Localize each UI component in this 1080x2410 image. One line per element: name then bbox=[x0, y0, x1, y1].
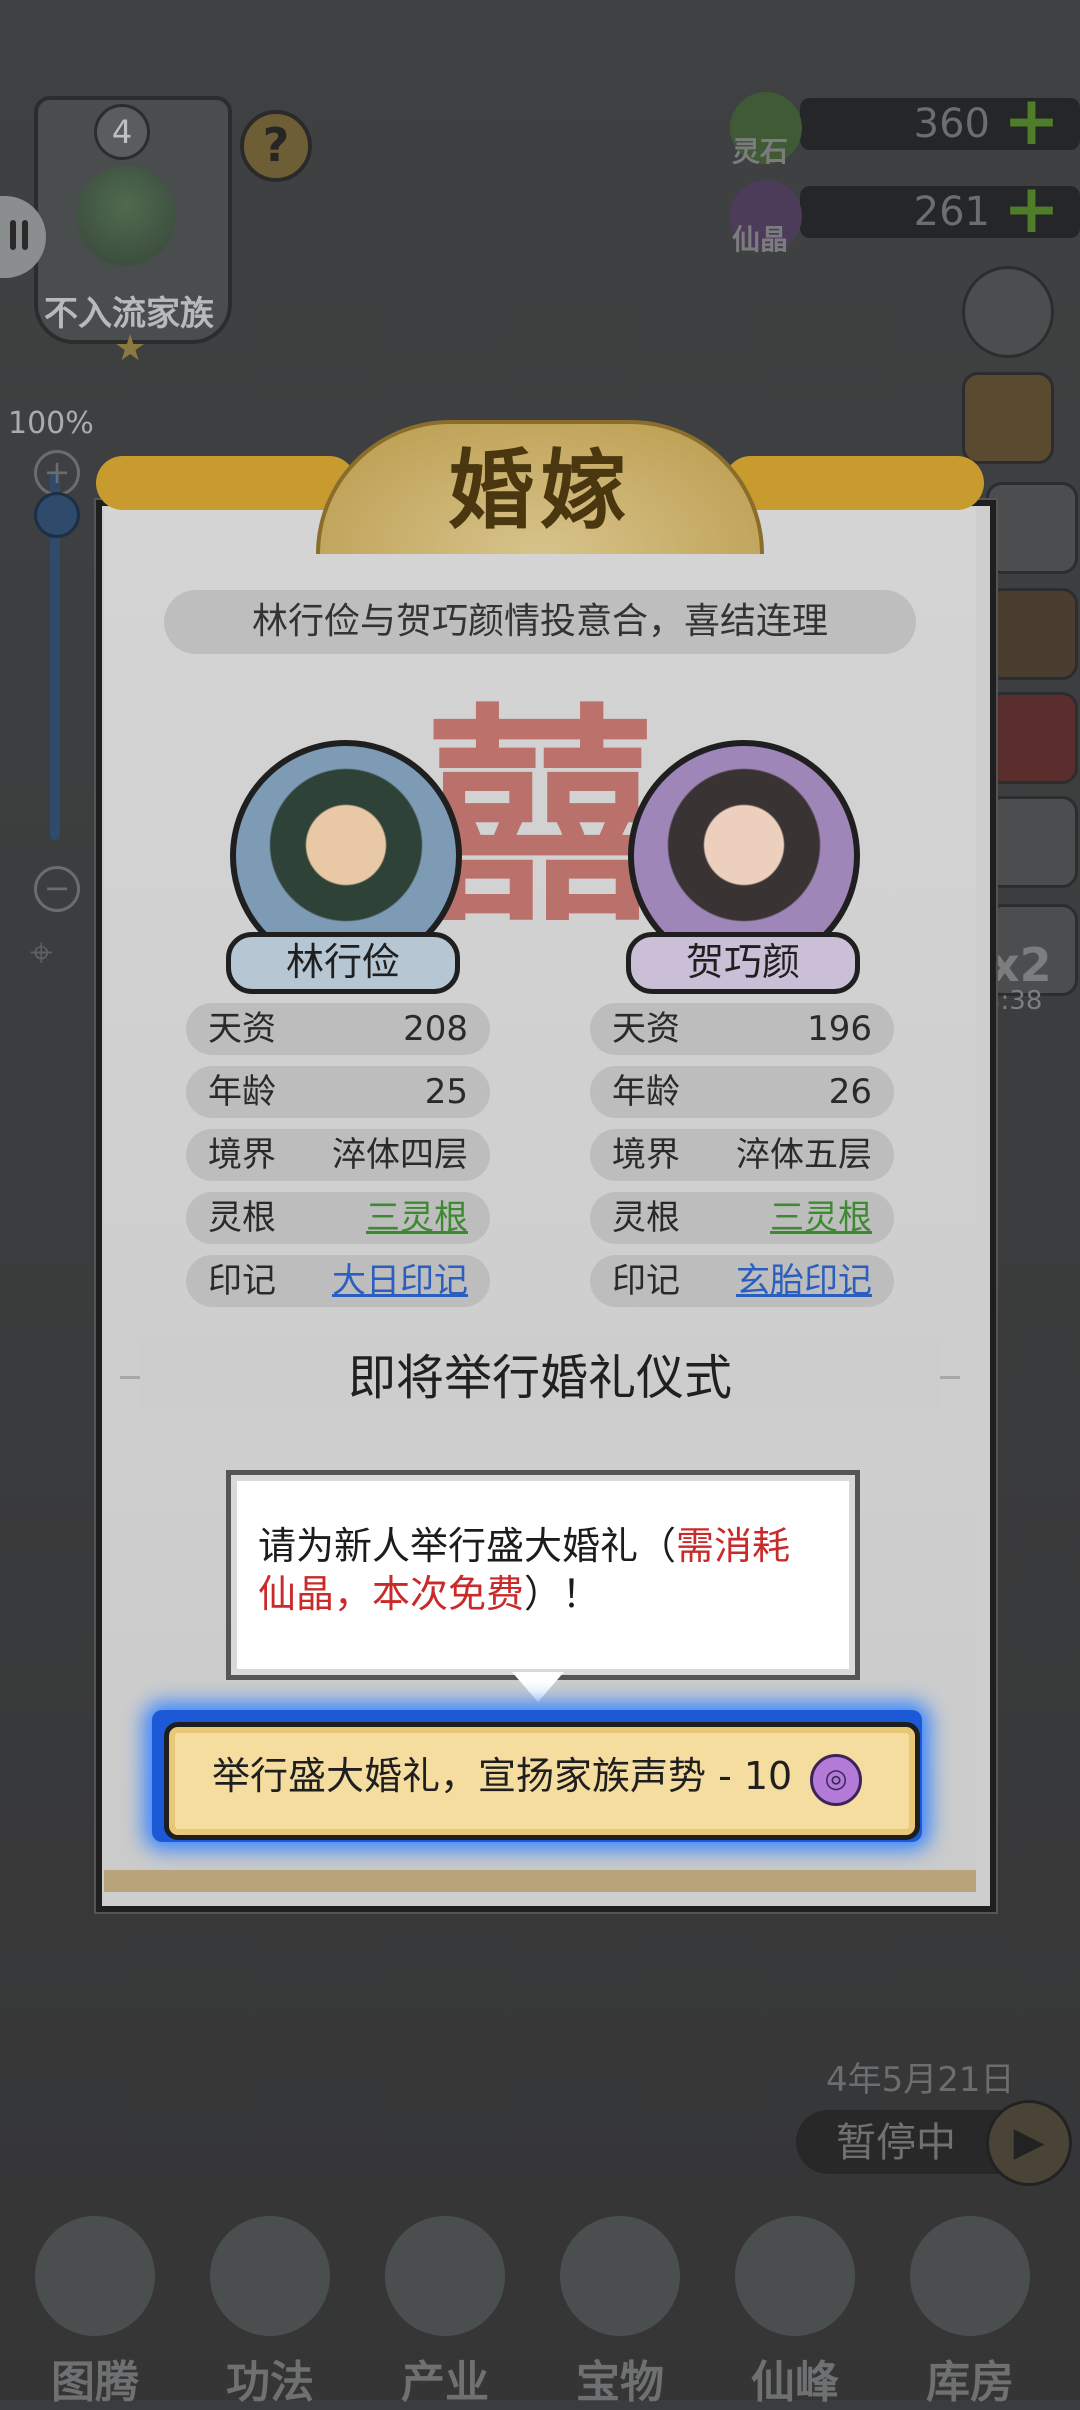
groom-stat-age: 年龄 25 bbox=[186, 1066, 490, 1118]
stat-key: 灵根 bbox=[612, 1198, 680, 1238]
nav-label: 宝物 bbox=[576, 2357, 664, 2408]
resource-label: 仙晶 bbox=[732, 223, 789, 256]
mark-link[interactable]: 大日印记 bbox=[332, 1255, 468, 1307]
bottom-navigation: 图腾 功法 产业 宝物 仙峰 库房 bbox=[0, 2196, 1080, 2408]
building-icon bbox=[385, 2216, 505, 2336]
nav-label: 图腾 bbox=[51, 2357, 139, 2408]
add-immortal-crystal-button[interactable]: + bbox=[1003, 176, 1060, 244]
totem-icon bbox=[35, 2216, 155, 2336]
nav-skills[interactable]: 功法 bbox=[185, 2196, 355, 2408]
hint-bubble-tail bbox=[512, 1672, 564, 1702]
stat-value: 淬体五层 bbox=[736, 1135, 872, 1175]
groom-name: 林行俭 bbox=[226, 932, 460, 994]
bride-stat-talent: 天资 196 bbox=[590, 1003, 894, 1055]
help-icon[interactable]: ? bbox=[240, 110, 312, 182]
resource-label: 灵石 bbox=[732, 135, 789, 168]
book-icon[interactable] bbox=[986, 692, 1078, 784]
groom-stat-mark: 印记 大日印记 bbox=[186, 1255, 490, 1307]
star-icon: ★ bbox=[114, 328, 147, 369]
nav-industry[interactable]: 产业 bbox=[360, 2196, 530, 2408]
scroll-icon[interactable] bbox=[986, 482, 1078, 574]
groom-stat-root: 灵根 三灵根 bbox=[186, 1192, 490, 1244]
mountain-icon bbox=[735, 2216, 855, 2336]
game-date: 4年5月21日 bbox=[826, 2060, 1015, 2100]
play-icon[interactable]: ▶ bbox=[986, 2100, 1072, 2186]
stat-key: 印记 bbox=[208, 1261, 276, 1301]
nav-peak[interactable]: 仙峰 bbox=[710, 2196, 880, 2408]
stat-key: 灵根 bbox=[208, 1198, 276, 1238]
groom-stat-realm: 境界 淬体四层 bbox=[186, 1129, 490, 1181]
spirit-root-link[interactable]: 三灵根 bbox=[770, 1192, 872, 1244]
stat-value: 25 bbox=[424, 1072, 468, 1112]
mark-link[interactable]: 玄胎印记 bbox=[736, 1255, 872, 1307]
pause-bar-icon bbox=[22, 220, 28, 250]
modal-subtitle: 林行俭与贺巧颜情投意合，喜结连理 bbox=[164, 590, 916, 654]
speed-multiplier: x2 bbox=[990, 938, 1052, 992]
resource-value: 360 bbox=[913, 101, 990, 147]
family-emblem[interactable]: 4 不入流家族 ★ bbox=[14, 96, 234, 369]
hint-suffix: ）！ bbox=[524, 1572, 601, 1616]
add-spirit-stone-button[interactable]: + bbox=[1003, 88, 1060, 156]
stat-key: 年龄 bbox=[208, 1072, 276, 1112]
locked-feature-icon[interactable] bbox=[986, 796, 1078, 888]
nav-storage[interactable]: 库房 bbox=[885, 2196, 1055, 2408]
flame-icon bbox=[210, 2216, 330, 2336]
modal-title: 婚嫁 bbox=[448, 441, 632, 541]
ceremony-heading: 即将举行婚礼仪式 bbox=[140, 1338, 940, 1408]
bag-icon bbox=[910, 2216, 1030, 2336]
pause-status-text: 暂停中 bbox=[836, 2120, 956, 2166]
stat-key: 印记 bbox=[612, 1261, 680, 1301]
treasure-icon bbox=[560, 2216, 680, 2336]
zoom-in-icon[interactable]: + bbox=[34, 450, 80, 496]
stat-key: 境界 bbox=[612, 1135, 680, 1175]
chest-icon[interactable] bbox=[986, 588, 1078, 680]
family-level: 4 bbox=[94, 104, 150, 160]
hint-prefix: 请为新人举行盛大婚礼（ bbox=[258, 1524, 677, 1568]
zoom-slider-handle[interactable] bbox=[34, 492, 80, 538]
resource-spirit-stone: 灵石 360 + bbox=[730, 88, 1080, 168]
stat-value: 196 bbox=[807, 1009, 872, 1049]
bride-stat-realm: 境界 淬体五层 bbox=[590, 1129, 894, 1181]
nav-label: 仙峰 bbox=[751, 2357, 839, 2408]
nav-label: 库房 bbox=[926, 2357, 1014, 2408]
family-tree-icon bbox=[76, 166, 176, 266]
pause-bar-icon bbox=[10, 220, 16, 250]
bride-stat-age: 年龄 26 bbox=[590, 1066, 894, 1118]
stat-key: 年龄 bbox=[612, 1072, 680, 1112]
bride-stat-root: 灵根 三灵根 bbox=[590, 1192, 894, 1244]
resource-immortal-crystal: 仙晶 261 + bbox=[730, 176, 1080, 256]
groom-stat-talent: 天资 208 bbox=[186, 1003, 490, 1055]
hint-text: 请为新人举行盛大婚礼（需消耗仙晶，本次免费）！ bbox=[258, 1522, 828, 1618]
zoom-out-icon[interactable]: − bbox=[34, 866, 80, 912]
nav-totem[interactable]: 图腾 bbox=[10, 2196, 180, 2408]
spirit-root-link[interactable]: 三灵根 bbox=[366, 1192, 468, 1244]
nav-label: 产业 bbox=[401, 2357, 489, 2408]
modal-bottom-trim bbox=[104, 1870, 976, 1892]
nav-treasure[interactable]: 宝物 bbox=[535, 2196, 705, 2408]
zoom-percent: 100% bbox=[8, 406, 94, 441]
bride-name: 贺巧颜 bbox=[626, 932, 860, 994]
resource-value: 261 bbox=[913, 189, 990, 235]
hold-grand-wedding-label: 举行盛大婚礼，宣扬家族声势 - 10 bbox=[212, 1754, 793, 1798]
nav-label: 功法 bbox=[226, 2357, 314, 2408]
stat-value: 26 bbox=[828, 1072, 872, 1112]
stat-value: 淬体四层 bbox=[332, 1135, 468, 1175]
stat-key: 天资 bbox=[208, 1009, 276, 1049]
location-pin-icon[interactable]: ⌖ bbox=[30, 930, 53, 976]
stat-key: 天资 bbox=[612, 1009, 680, 1049]
stat-value: 208 bbox=[403, 1009, 468, 1049]
stat-key: 境界 bbox=[208, 1135, 276, 1175]
settings-gear-icon[interactable] bbox=[962, 266, 1054, 358]
immortal-crystal-icon: ◎ bbox=[810, 1754, 862, 1806]
bride-stat-mark: 印记 玄胎印记 bbox=[590, 1255, 894, 1307]
